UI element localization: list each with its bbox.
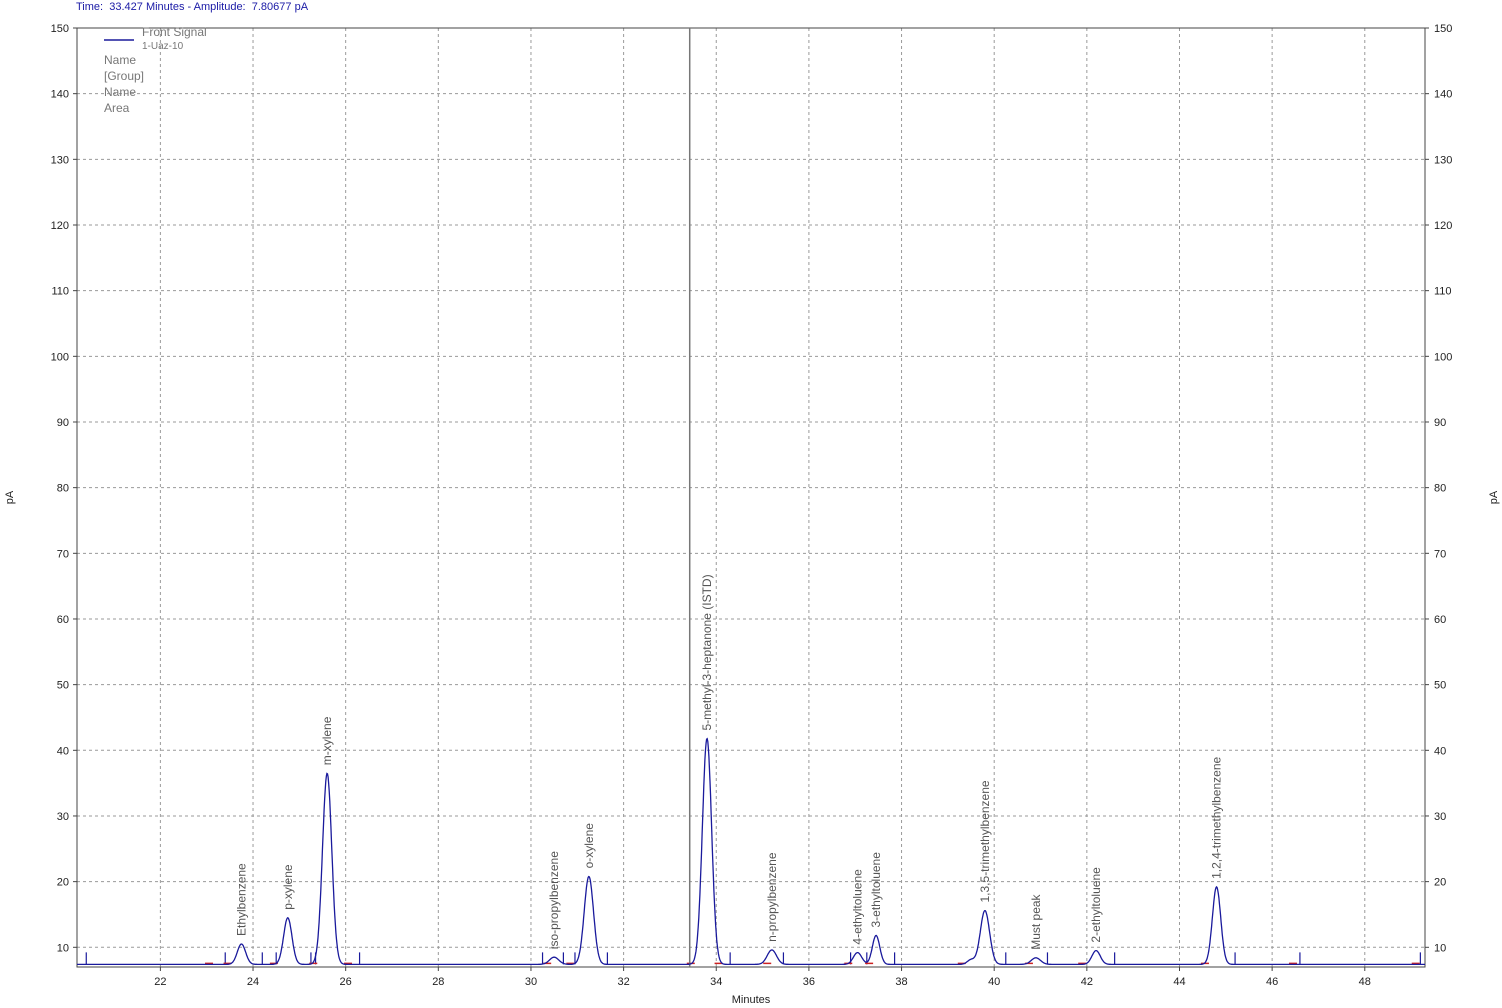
peak-label: 1,2,4-trimethylbenzene bbox=[1210, 757, 1224, 879]
y-tick-label-right: 70 bbox=[1434, 548, 1446, 560]
y-tick-label-right: 110 bbox=[1434, 286, 1452, 298]
y-tick-label-right: 150 bbox=[1434, 23, 1452, 35]
legend-signal-name: Front Signal bbox=[142, 25, 207, 39]
y-tick-label: 10 bbox=[57, 942, 69, 954]
legend-field-area: Area bbox=[104, 101, 130, 115]
y-axis-label-right: pA bbox=[1488, 490, 1500, 504]
y-tick-label-right: 90 bbox=[1434, 417, 1446, 429]
x-tick-label: 32 bbox=[617, 976, 629, 988]
y-tick-label-right: 140 bbox=[1434, 89, 1452, 101]
y-tick-label-right: 80 bbox=[1434, 483, 1446, 495]
x-tick-label: 26 bbox=[340, 976, 352, 988]
y-tick-label: 110 bbox=[51, 286, 69, 298]
peak-label: Ethylbenzene bbox=[234, 863, 248, 936]
x-tick-label: 24 bbox=[247, 976, 259, 988]
peak-label: n-propylbenzene bbox=[765, 852, 779, 942]
peak-label: Must peak bbox=[1029, 893, 1043, 949]
x-tick-label: 42 bbox=[1081, 976, 1093, 988]
y-tick-label: 50 bbox=[57, 680, 69, 692]
x-tick-label: 34 bbox=[710, 976, 722, 988]
x-tick-label: 38 bbox=[895, 976, 907, 988]
y-axis-right: 10 20 30 40 50 60 70 80 90 100 110 120 130 140 150 bbox=[1425, 23, 1452, 954]
x-tick-label: 22 bbox=[154, 976, 166, 988]
y-tick-label: 100 bbox=[51, 351, 69, 363]
y-tick-label: 140 bbox=[51, 89, 69, 101]
integration-markers bbox=[85, 952, 1421, 965]
y-tick-label: 120 bbox=[51, 220, 69, 232]
y-tick-label-right: 40 bbox=[1434, 745, 1446, 757]
peak-label: 5-methyl-3-heptanone (ISTD) bbox=[700, 574, 714, 730]
y-tick-label: 20 bbox=[57, 877, 69, 889]
y-tick-label-right: 30 bbox=[1434, 811, 1446, 823]
y-axis-label: pA bbox=[4, 490, 16, 504]
x-tick-label: 44 bbox=[1173, 976, 1185, 988]
y-tick-label-right: 120 bbox=[1434, 220, 1452, 232]
y-tick-label-right: 50 bbox=[1434, 680, 1446, 692]
legend-sample-name: 1-Uaz-10 bbox=[142, 41, 184, 52]
legend-field-group: [Group] bbox=[104, 69, 144, 83]
y-axis-left: 10 20 30 40 50 60 70 80 90 100 110 120 130 140 150 bbox=[51, 23, 77, 954]
peak-label: 3-ethyltoluene bbox=[869, 852, 883, 928]
x-tick-label: 46 bbox=[1266, 976, 1278, 988]
y-tick-label: 70 bbox=[57, 548, 69, 560]
y-tick-label: 60 bbox=[57, 614, 69, 626]
x-axis-label: Minutes bbox=[732, 994, 771, 1006]
peak-label: o-xylene bbox=[582, 823, 596, 869]
y-tick-label-right: 20 bbox=[1434, 877, 1446, 889]
y-tick-label-right: 100 bbox=[1434, 351, 1452, 363]
x-tick-label: 48 bbox=[1359, 976, 1371, 988]
legend-field-name-2: Name bbox=[104, 85, 136, 99]
y-tick-label: 90 bbox=[57, 417, 69, 429]
x-tick-label: 36 bbox=[803, 976, 815, 988]
y-tick-label-right: 130 bbox=[1434, 154, 1452, 166]
y-tick-label: 30 bbox=[57, 811, 69, 823]
y-tick-label-right: 10 bbox=[1434, 942, 1446, 954]
peak-label: m-xylene bbox=[320, 716, 334, 765]
legend-field-name: Name bbox=[104, 53, 136, 67]
y-tick-label: 40 bbox=[57, 745, 69, 757]
x-tick-label: 28 bbox=[432, 976, 444, 988]
chromatogram-chart[interactable]: 10 20 30 40 50 60 70 80 90 100 110 120 130 140 150 10 2… bbox=[0, 0, 1502, 1008]
x-tick-label: 40 bbox=[988, 976, 1000, 988]
x-axis: 22 24 26 28 30 32 34 36 38 40 42 44 46 48 bbox=[154, 967, 1371, 988]
y-tick-label: 150 bbox=[51, 23, 69, 35]
peak-label: iso-propylbenzene bbox=[547, 851, 561, 949]
y-tick-label-right: 60 bbox=[1434, 614, 1446, 626]
legend: Front Signal 1-Uaz-10 Name [Group] Name … bbox=[104, 25, 207, 115]
x-tick-label: 30 bbox=[525, 976, 537, 988]
peak-label: p-xylene bbox=[281, 864, 295, 910]
peak-label: 4-ethyltoluene bbox=[851, 869, 865, 945]
y-tick-label: 80 bbox=[57, 483, 69, 495]
y-tick-label: 130 bbox=[51, 154, 69, 166]
peak-label: 2-ethyltoluene bbox=[1089, 867, 1103, 943]
peak-labels: Ethylbenzene p-xylene m-xylene iso-propylbe… bbox=[234, 574, 1223, 949]
peak-label: 1,3,5-trimethylbenzene bbox=[978, 780, 992, 902]
